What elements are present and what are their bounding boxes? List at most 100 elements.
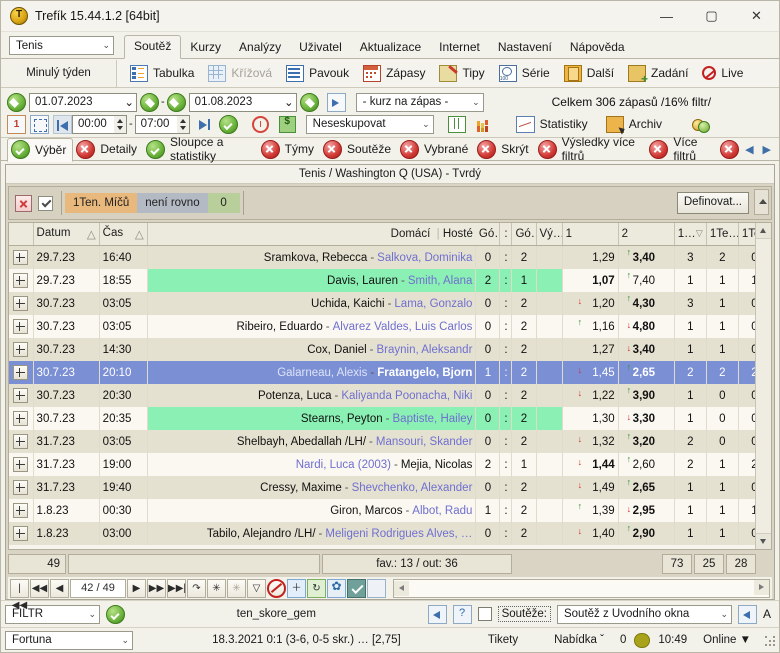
expand-icon[interactable] xyxy=(13,250,29,265)
row-expand-cell[interactable] xyxy=(9,315,34,338)
status-tikety[interactable]: Tikety xyxy=(480,634,526,646)
hscroll-right-button[interactable] xyxy=(754,579,769,595)
calendar-day-button[interactable] xyxy=(7,114,26,134)
menu-tab-nastaveni[interactable]: Nastavení xyxy=(489,37,561,58)
toolbar-zapasy[interactable]: Zápasy xyxy=(356,63,432,84)
th-n2[interactable]: 1Te… xyxy=(706,223,739,246)
apply-time-button[interactable] xyxy=(218,114,238,134)
nav-reload-button[interactable]: ↻ xyxy=(307,578,326,598)
row-expand-cell[interactable] xyxy=(9,430,34,453)
expand-icon[interactable] xyxy=(13,457,29,472)
toolbar-live[interactable]: Live xyxy=(695,64,750,82)
table-row[interactable]: 30.7.23 14:30 Cox, Daniel - Braynin, Aleksan… xyxy=(9,338,771,361)
table-row[interactable]: 30.7.23 20:30 Potenza, Luca - Kaliyanda Poon… xyxy=(9,384,771,407)
nav-refresh-button[interactable]: ↷ xyxy=(187,578,206,598)
money-icon[interactable] xyxy=(278,115,296,133)
nav-next-page-button[interactable]: ▶▶ xyxy=(147,578,166,598)
toolbar-tipy[interactable]: Tipy xyxy=(432,63,491,84)
date-to-input[interactable]: 01.08.2023 ⌄ xyxy=(188,92,297,112)
time-to-input[interactable]: 07:00 xyxy=(134,114,177,134)
clear-criteria-button[interactable] xyxy=(15,194,32,212)
minimize-button[interactable]: — xyxy=(644,1,689,31)
date-from-next-button[interactable] xyxy=(140,92,159,112)
expand-icon[interactable] xyxy=(13,503,29,518)
nav-prev-page-button[interactable]: ◀◀ xyxy=(30,578,49,598)
filter-tab-vybrane[interactable]: Vybrané xyxy=(397,139,474,160)
table-row[interactable]: 31.7.23 19:00 Nardi, Luca (2003) - Mejia, Ni… xyxy=(9,453,771,476)
grouping-select[interactable]: Neseskupovat ⌄ xyxy=(305,114,434,134)
toolbar-krizova[interactable]: Křížová xyxy=(201,63,279,84)
bookmaker-select[interactable]: Fortuna ⌄ xyxy=(5,630,133,650)
row-expand-cell[interactable] xyxy=(9,292,34,315)
filter-tab-souteze[interactable]: Soutěže xyxy=(320,139,397,160)
menu-tab-internet[interactable]: Internet xyxy=(430,37,489,58)
table-row[interactable]: 31.7.23 19:40 Cressy, Maxime - Shevchenko, A… xyxy=(9,476,771,499)
apply-dates-button[interactable] xyxy=(326,92,346,112)
table-row[interactable]: 30.7.23 20:35 Stearns, Peyton - Baptiste, Ha… xyxy=(9,407,771,430)
th-gol2[interactable]: Gó… xyxy=(511,223,537,246)
th-teams[interactable]: Domácí | Hosté xyxy=(147,223,476,246)
table-row[interactable]: 29.7.23 16:40 Sramkova, Rebecca - Salkova, D… xyxy=(9,245,771,269)
time-from-input[interactable]: 00:00 xyxy=(72,114,114,134)
menu-tab-napoveda[interactable]: Nápověda xyxy=(561,37,634,58)
row-expand-cell[interactable] xyxy=(9,522,34,545)
table-view-icon[interactable] xyxy=(447,115,466,133)
filter-tabs-prev[interactable]: ◀ xyxy=(745,143,753,156)
filter-tabs-next[interactable]: ▶ xyxy=(763,143,771,156)
expand-icon[interactable] xyxy=(13,319,29,334)
sport-select[interactable]: Tenis ⌄ xyxy=(9,36,114,55)
th-gol1[interactable]: Gó… xyxy=(475,223,501,246)
nav-last-button[interactable]: ▶▶| xyxy=(167,578,186,598)
time-first-button[interactable] xyxy=(53,114,72,134)
time-last-button[interactable] xyxy=(194,115,213,134)
th-n1[interactable]: 1… ▽ xyxy=(674,223,707,246)
th-cas[interactable]: Čas △ xyxy=(99,223,148,246)
nav-star-button[interactable]: ✳ xyxy=(207,578,226,598)
help-icon[interactable] xyxy=(452,604,472,624)
close-button[interactable]: ✕ xyxy=(734,1,779,31)
archive-icon[interactable] xyxy=(605,115,624,133)
date-from-input[interactable]: 01.07.2023 ⌄ xyxy=(29,92,137,112)
criteria-field[interactable]: 1Ten. Míčů xyxy=(65,193,138,213)
nav-position[interactable]: 42 / 49 xyxy=(70,578,126,598)
row-expand-cell[interactable] xyxy=(9,269,34,292)
toolbar-serie[interactable]: Série xyxy=(492,63,557,84)
bar-chart-icon[interactable] xyxy=(476,117,492,132)
th-vyh[interactable]: Vý… xyxy=(536,223,563,246)
criteria-enabled-checkbox[interactable] xyxy=(38,195,53,211)
row-expand-cell[interactable] xyxy=(9,499,34,522)
expand-icon[interactable] xyxy=(13,365,29,380)
menu-tab-analyzy[interactable]: Analýzy xyxy=(230,37,290,58)
nav-star2-button[interactable]: ✳ xyxy=(227,578,246,598)
criteria-scroll-down[interactable] xyxy=(754,189,769,215)
date-from-prev-button[interactable] xyxy=(7,92,26,112)
statistiky-label[interactable]: Statistiky xyxy=(540,117,588,131)
table-row[interactable]: 1.8.23 00:30 Giron, Marcos - Albot, Radu 1:2 ↑… xyxy=(9,499,771,522)
criteria-operator[interactable]: není rovno xyxy=(137,193,208,213)
table-row[interactable]: 1.8.23 03:00 Tabilo, Alejandro /LH/- Melige… xyxy=(9,522,771,545)
coins-icon[interactable] xyxy=(692,117,711,133)
toolbar-pavouk[interactable]: Pavouk xyxy=(279,63,356,84)
table-row[interactable]: 30.7.23 03:05 Uchida, Kaichi - Lama, Gonzalo… xyxy=(9,292,771,315)
expand-icon[interactable] xyxy=(13,411,29,426)
filter-tab-vyber[interactable]: Výběr xyxy=(7,137,74,162)
menu-tab-uzivatel[interactable]: Uživatel xyxy=(290,37,351,58)
row-expand-cell[interactable] xyxy=(9,384,34,407)
toolbar-dalsi[interactable]: Další xyxy=(557,63,621,84)
date-to-prev-button[interactable] xyxy=(166,92,186,112)
time-to-stepper[interactable] xyxy=(176,114,190,134)
date-to-next-button[interactable] xyxy=(299,92,319,112)
expand-button[interactable] xyxy=(30,114,49,134)
menu-tab-kurzy[interactable]: Kurzy xyxy=(181,37,230,58)
filter-tab-sloupce[interactable]: Sloupce a statistiky xyxy=(143,135,258,163)
archiv-label[interactable]: Archiv xyxy=(629,117,662,131)
time-from-stepper[interactable] xyxy=(114,114,127,134)
expand-icon[interactable] xyxy=(13,273,29,288)
define-button[interactable]: Definovat... xyxy=(676,192,749,214)
filter-tab-vysledky[interactable]: Výsledky více filtrů xyxy=(535,135,647,163)
row-expand-cell[interactable] xyxy=(9,453,34,476)
filter-tab-end[interactable] xyxy=(717,139,745,160)
nav-prev-button[interactable]: ◀ xyxy=(50,578,69,598)
row-expand-cell[interactable] xyxy=(9,361,34,384)
table-row[interactable]: 30.7.23 03:05 Ribeiro, Eduardo - Alvarez Val… xyxy=(9,315,771,338)
